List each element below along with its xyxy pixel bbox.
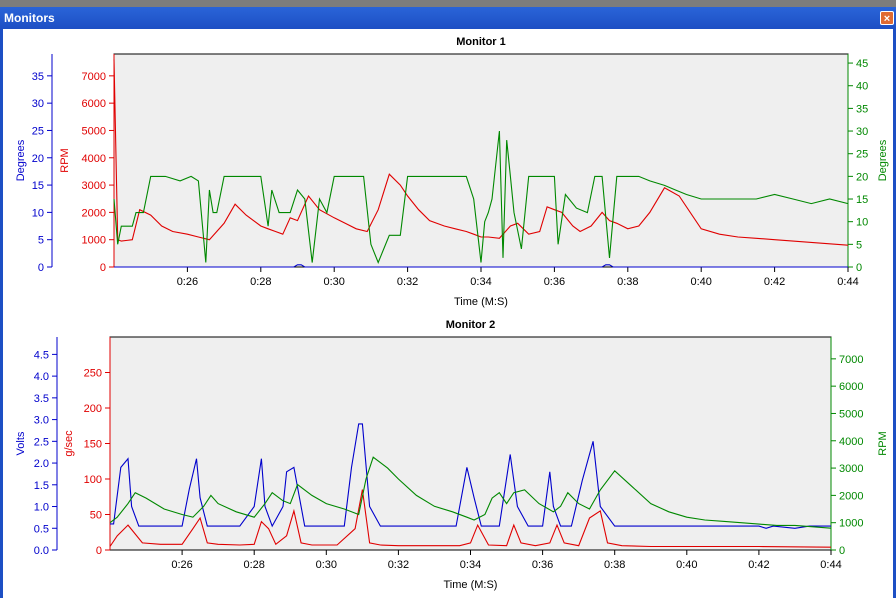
y-tick-label: 15 — [32, 180, 44, 192]
x-tick-label: 0:36 — [532, 559, 553, 571]
y-tick-label: 0.0 — [34, 545, 49, 557]
y-tick-label: 2000 — [82, 207, 106, 219]
x-tick-label: 0:26 — [177, 276, 198, 288]
y-tick-label: 4.5 — [34, 349, 49, 361]
x-tick-label: 0:42 — [764, 276, 785, 288]
y-tick-label: 0 — [100, 262, 106, 274]
y-tick-label: 4.0 — [34, 371, 49, 383]
y-tick-label: 50 — [90, 510, 102, 522]
y-tick-label: 35 — [856, 103, 868, 115]
y-axis-label: RPM — [59, 148, 71, 172]
x-tick-label: 0:38 — [617, 276, 638, 288]
y-tick-label: 4000 — [82, 153, 106, 165]
y-tick-label: 2000 — [839, 490, 863, 502]
y-tick-label: 250 — [84, 368, 102, 380]
y-tick-label: 15 — [856, 194, 868, 206]
y-tick-label: 0 — [856, 262, 862, 274]
y-tick-label: 3000 — [839, 463, 863, 475]
y-tick-label: 2.5 — [34, 436, 49, 448]
y-axis-label: Degrees — [877, 139, 889, 181]
y-tick-label: 10 — [856, 217, 868, 229]
y-tick-label: 40 — [856, 81, 868, 93]
x-tick-label: 0:28 — [250, 276, 271, 288]
y-tick-label: 4000 — [839, 436, 863, 448]
y-tick-label: 5000 — [839, 408, 863, 420]
x-tick-label: 0:32 — [397, 276, 418, 288]
y-axis-label: RPM — [877, 431, 889, 455]
y-axis-label: g/sec — [63, 430, 75, 457]
y-tick-label: 150 — [84, 439, 102, 451]
x-tick-label: 0:36 — [544, 276, 565, 288]
y-tick-label: 100 — [84, 474, 102, 486]
x-tick-label: 0:44 — [837, 276, 858, 288]
y-tick-label: 2.0 — [34, 458, 49, 470]
x-tick-label: 0:38 — [604, 559, 625, 571]
y-tick-label: 6000 — [839, 381, 863, 393]
x-tick-label: 0:30 — [323, 276, 344, 288]
x-tick-label: 0:40 — [690, 276, 711, 288]
y-tick-label: 1.5 — [34, 480, 49, 492]
y-tick-label: 7000 — [839, 354, 863, 366]
y-tick-label: 3.0 — [34, 415, 49, 427]
y-tick-label: 6000 — [82, 98, 106, 110]
x-tick-label: 0:30 — [316, 559, 337, 571]
x-tick-label: 0:44 — [820, 559, 841, 571]
y-tick-label: 200 — [84, 403, 102, 415]
chart-title: Monitor 1 — [456, 36, 506, 48]
y-tick-label: 25 — [856, 149, 868, 161]
y-tick-label: 30 — [32, 98, 44, 110]
y-tick-label: 20 — [856, 171, 868, 183]
plot-area — [113, 53, 849, 268]
y-tick-label: 7000 — [82, 71, 106, 83]
chart-title: Monitor 2 — [446, 319, 496, 331]
y-tick-label: 0 — [839, 545, 845, 557]
y-tick-label: 5000 — [82, 125, 106, 137]
y-tick-label: 0 — [38, 262, 44, 274]
x-axis-label: Time (M:S) — [444, 579, 498, 591]
y-tick-label: 0 — [96, 545, 102, 557]
y-tick-label: 1.0 — [34, 502, 49, 514]
y-tick-label: 1000 — [839, 518, 863, 530]
monitors-chart-area: Monitor 105101520253035Degrees0100020003… — [15, 36, 889, 591]
x-tick-label: 0:26 — [171, 559, 192, 571]
x-tick-label: 0:32 — [388, 559, 409, 571]
y-tick-label: 30 — [856, 126, 868, 138]
y-tick-label: 20 — [32, 153, 44, 165]
y-axis-label: Volts — [15, 431, 27, 455]
x-tick-label: 0:28 — [243, 559, 264, 571]
y-tick-label: 3000 — [82, 180, 106, 192]
y-tick-label: 5 — [856, 239, 862, 251]
y-tick-label: 45 — [856, 58, 868, 70]
x-tick-label: 0:42 — [748, 559, 769, 571]
y-tick-label: 1000 — [82, 235, 106, 247]
x-tick-label: 0:34 — [470, 276, 491, 288]
y-tick-label: 5 — [38, 235, 44, 247]
y-tick-label: 3.5 — [34, 393, 49, 405]
x-axis-label: Time (M:S) — [454, 296, 508, 308]
y-axis-label: Degrees — [15, 139, 27, 181]
y-tick-label: 10 — [32, 207, 44, 219]
y-tick-label: 0.5 — [34, 523, 49, 535]
x-tick-label: 0:34 — [460, 559, 481, 571]
x-tick-label: 0:40 — [676, 559, 697, 571]
y-tick-label: 35 — [32, 71, 44, 83]
y-tick-label: 25 — [32, 125, 44, 137]
